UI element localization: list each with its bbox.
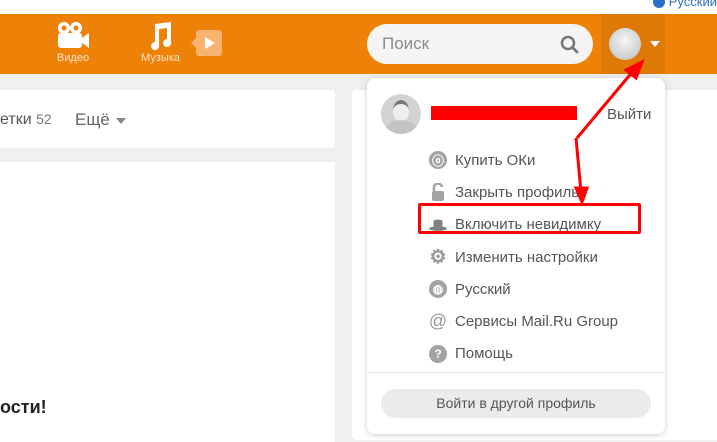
annotation-arrow-up <box>575 69 636 139</box>
arrowhead-down <box>573 186 590 207</box>
annotation-arrow-down <box>574 137 583 193</box>
annotation-arrows <box>573 58 645 207</box>
